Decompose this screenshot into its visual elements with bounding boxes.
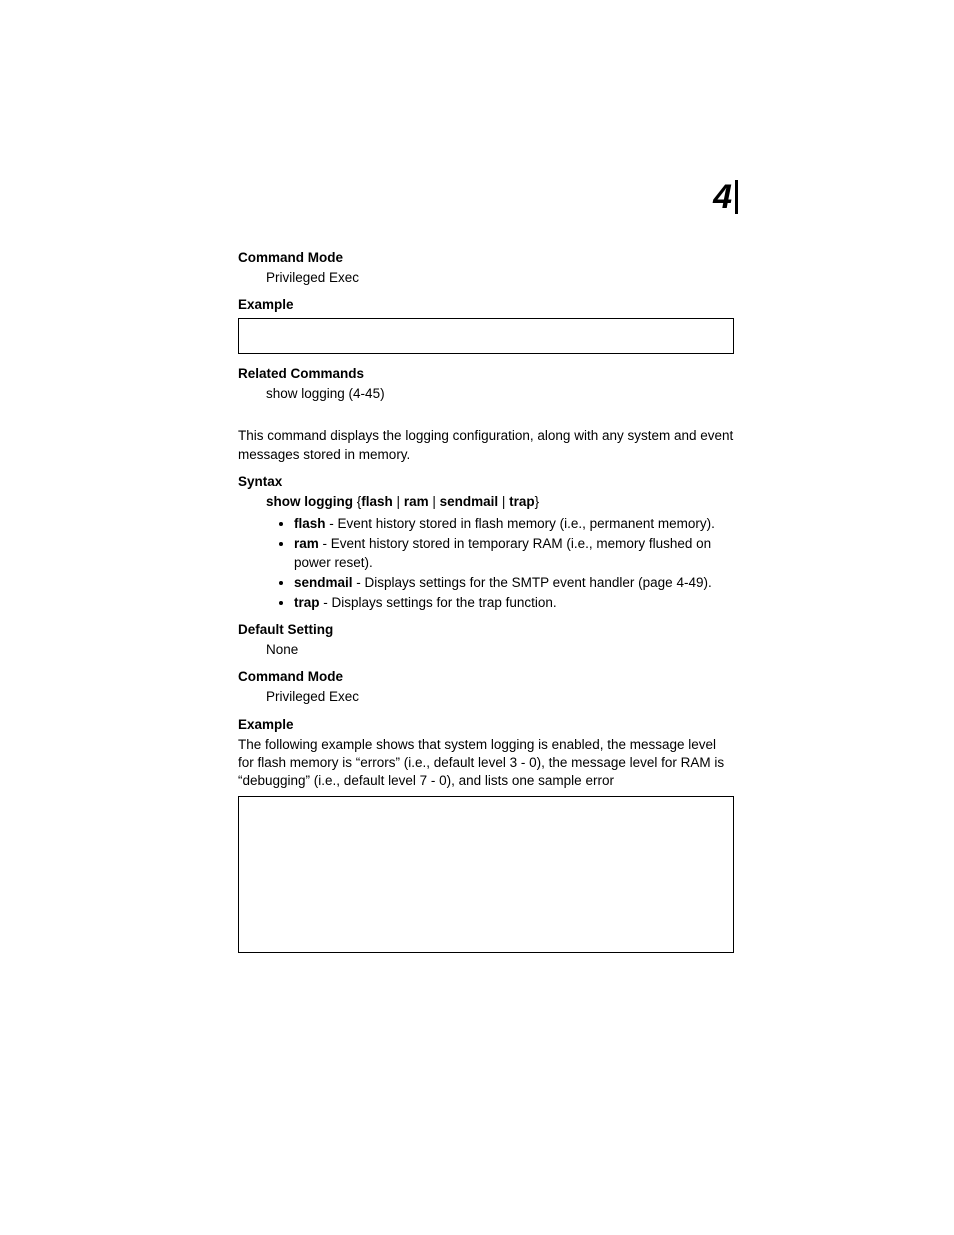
syntax-line: show logging {flash | ram | sendmail | t…: [238, 493, 734, 511]
example-heading-2: Example: [238, 717, 734, 732]
option-key-trap: trap: [294, 595, 320, 610]
syntax-heading: Syntax: [238, 474, 734, 489]
syntax-pipe-1: |: [393, 494, 404, 509]
example-heading-1: Example: [238, 297, 734, 312]
syntax-opt-trap: trap: [509, 494, 535, 509]
syntax-opt-ram: ram: [404, 494, 429, 509]
chapter-number: 4: [713, 180, 738, 214]
option-desc-sendmail: - Displays settings for the SMTP event h…: [353, 575, 712, 590]
option-key-ram: ram: [294, 536, 319, 551]
syntax-options-list: flash - Event history stored in flash me…: [238, 515, 734, 612]
syntax-pipe-2: |: [429, 494, 440, 509]
syntax-pipe-3: |: [498, 494, 509, 509]
command-mode-heading-1: Command Mode: [238, 250, 734, 265]
list-item: sendmail - Displays settings for the SMT…: [294, 574, 734, 592]
default-setting-heading: Default Setting: [238, 622, 734, 637]
command-description: This command displays the logging config…: [238, 427, 734, 463]
option-desc-flash: - Event history stored in flash memory (…: [326, 516, 715, 531]
command-mode-value-2: Privileged Exec: [238, 688, 734, 706]
option-key-sendmail: sendmail: [294, 575, 353, 590]
example-description: The following example shows that system …: [238, 736, 734, 791]
example-box-2: [238, 796, 734, 953]
command-mode-value-1: Privileged Exec: [238, 269, 734, 287]
option-desc-ram: - Event history stored in temporary RAM …: [294, 536, 711, 569]
list-item: flash - Event history stored in flash me…: [294, 515, 734, 533]
option-desc-trap: - Displays settings for the trap functio…: [320, 595, 557, 610]
option-key-flash: flash: [294, 516, 326, 531]
list-item: ram - Event history stored in temporary …: [294, 535, 734, 571]
syntax-command: show logging: [266, 494, 353, 509]
default-setting-value: None: [238, 641, 734, 659]
syntax-rbrace: }: [535, 494, 540, 509]
related-commands-heading: Related Commands: [238, 366, 734, 381]
command-mode-heading-2: Command Mode: [238, 669, 734, 684]
example-box-1: [238, 318, 734, 354]
list-item: trap - Displays settings for the trap fu…: [294, 594, 734, 612]
syntax-opt-sendmail: sendmail: [440, 494, 499, 509]
syntax-opt-flash: flash: [361, 494, 393, 509]
related-commands-value: show logging (4-45): [238, 385, 734, 403]
page-content: Command Mode Privileged Exec Example Rel…: [238, 240, 734, 953]
